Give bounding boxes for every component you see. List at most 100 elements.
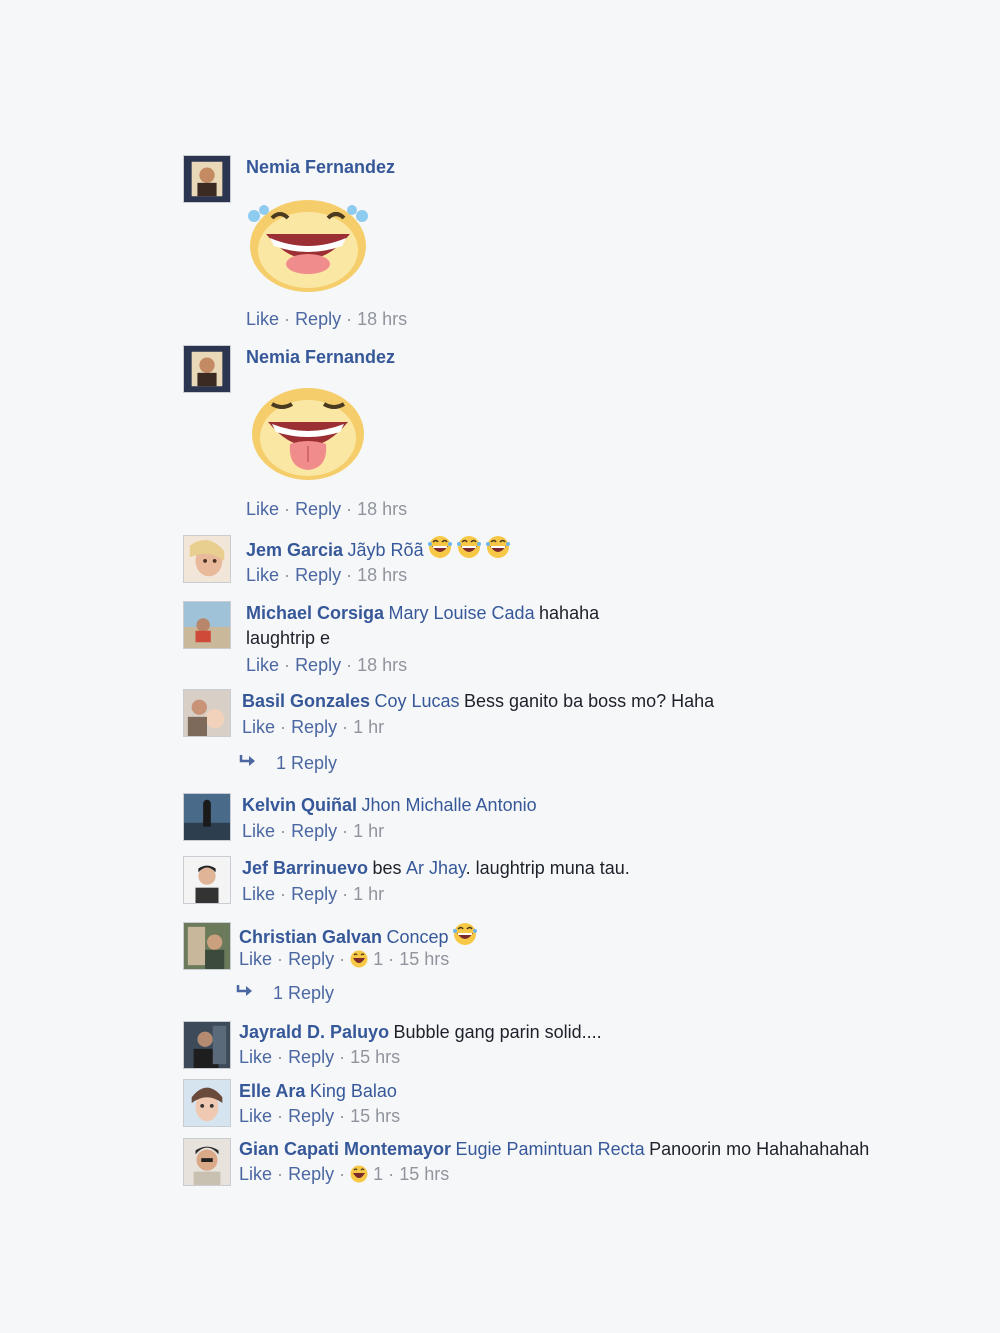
author-name[interactable]: Elle Ara <box>239 1081 305 1101</box>
like-link[interactable]: Like <box>239 949 272 969</box>
avatar[interactable] <box>183 345 231 393</box>
separator: · <box>346 655 353 675</box>
tagged-user[interactable]: Jãyb Rõã <box>348 540 424 560</box>
avatar[interactable] <box>183 922 231 970</box>
haha-reaction-icon[interactable] <box>350 950 368 974</box>
timestamp[interactable]: 15 hrs <box>350 1047 400 1067</box>
timestamp[interactable]: 18 hrs <box>357 499 407 519</box>
author-name[interactable]: Jayrald D. Paluyo <box>239 1022 389 1042</box>
avatar[interactable] <box>183 689 231 737</box>
reply-link[interactable]: Reply <box>291 821 337 841</box>
reply-link[interactable]: Reply <box>288 1164 334 1184</box>
comment-text: Panoorin mo Hahahahahah <box>649 1139 870 1159</box>
reaction-count[interactable]: 1 <box>373 1164 383 1184</box>
tagged-user[interactable]: Ar Jhay <box>406 858 466 878</box>
timestamp[interactable]: 15 hrs <box>399 949 449 969</box>
like-link[interactable]: Like <box>239 1047 272 1067</box>
comment-actions: Like · Reply · 1 hr <box>242 715 384 739</box>
replies-count[interactable]: 1 Reply <box>273 983 334 1003</box>
separator: · <box>284 565 291 585</box>
laughing-tears-sticker <box>244 192 372 299</box>
tagged-user[interactable]: Eugie Pamintuan Recta <box>456 1139 645 1159</box>
tagged-user[interactable]: Coy Lucas <box>375 691 460 711</box>
avatar[interactable] <box>183 1021 231 1069</box>
reply-link[interactable]: Reply <box>295 655 341 675</box>
reply-link[interactable]: Reply <box>295 309 341 329</box>
avatar[interactable] <box>183 1138 231 1186</box>
timestamp[interactable]: 1 hr <box>353 821 384 841</box>
comment-text: laughtrip e <box>246 628 331 648</box>
author-name[interactable]: Nemia Fernandez <box>246 347 395 367</box>
tongue-out-sticker <box>248 382 368 489</box>
like-link[interactable]: Like <box>246 309 279 329</box>
comment-text: Bess ganito ba boss mo? Haha <box>464 691 715 711</box>
comment-text: hahaha <box>539 603 600 623</box>
comment-actions: Like · Reply · 1 · 15 hrs <box>239 1162 449 1189</box>
separator: · <box>280 821 287 841</box>
like-link[interactable]: Like <box>239 1164 272 1184</box>
author-name[interactable]: Kelvin Quiñal <box>242 795 357 815</box>
timestamp[interactable]: 1 hr <box>353 717 384 737</box>
author-name[interactable]: Basil Gonzales <box>242 691 370 711</box>
comment-actions: Like · Reply · 1 hr <box>242 882 384 906</box>
tagged-user[interactable]: King Balao <box>310 1081 397 1101</box>
separator: · <box>346 565 353 585</box>
reply-link[interactable]: Reply <box>291 717 337 737</box>
comment-actions: Like · Reply · 1 hr <box>242 819 384 843</box>
separator: · <box>280 884 287 904</box>
timestamp[interactable]: 18 hrs <box>357 565 407 585</box>
view-replies-link[interactable]: 1 Reply <box>235 981 334 1005</box>
reply-link[interactable]: Reply <box>295 499 341 519</box>
separator: · <box>342 884 349 904</box>
avatar[interactable] <box>183 601 231 649</box>
tagged-user[interactable]: Concep <box>387 927 449 947</box>
reply-link[interactable]: Reply <box>288 1047 334 1067</box>
avatar[interactable] <box>183 1079 231 1127</box>
comment-actions: Like · Reply · 18 hrs <box>246 307 407 331</box>
haha-reaction-icon[interactable] <box>350 1165 368 1189</box>
like-link[interactable]: Like <box>246 655 279 675</box>
reply-link[interactable]: Reply <box>291 884 337 904</box>
like-link[interactable]: Like <box>246 499 279 519</box>
comment-actions: Like · Reply · 18 hrs <box>246 497 407 521</box>
reaction-count[interactable]: 1 <box>373 949 383 969</box>
reply-link[interactable]: Reply <box>288 949 334 969</box>
timestamp[interactable]: 15 hrs <box>399 1164 449 1184</box>
author-name[interactable]: Nemia Fernandez <box>246 157 395 177</box>
separator: · <box>277 949 284 969</box>
separator: · <box>346 499 353 519</box>
separator: · <box>388 1164 395 1184</box>
author-name[interactable]: Christian Galvan <box>239 927 382 947</box>
timestamp[interactable]: 18 hrs <box>357 309 407 329</box>
separator: · <box>388 949 395 969</box>
author-name[interactable]: Gian Capati Montemayor <box>239 1139 451 1159</box>
avatar[interactable] <box>183 793 231 841</box>
comment-actions: Like · Reply · 15 hrs <box>239 1104 400 1128</box>
like-link[interactable]: Like <box>242 821 275 841</box>
replies-count[interactable]: 1 Reply <box>276 753 337 773</box>
like-link[interactable]: Like <box>242 717 275 737</box>
timestamp[interactable]: 1 hr <box>353 884 384 904</box>
author-name[interactable]: Jef Barrinuevo <box>242 858 368 878</box>
reply-link[interactable]: Reply <box>288 1106 334 1126</box>
avatar[interactable] <box>183 535 231 583</box>
like-link[interactable]: Like <box>246 565 279 585</box>
timestamp[interactable]: 15 hrs <box>350 1106 400 1126</box>
tagged-user[interactable]: Jhon Michalle Antonio <box>361 795 536 815</box>
separator: · <box>277 1047 284 1067</box>
avatar[interactable] <box>183 856 231 904</box>
author-name[interactable]: Michael Corsiga <box>246 603 384 623</box>
comment-text: bes <box>372 858 402 878</box>
author-name[interactable]: Jem Garcia <box>246 540 343 560</box>
view-replies-link[interactable]: 1 Reply <box>238 751 337 775</box>
like-link[interactable]: Like <box>239 1106 272 1126</box>
timestamp[interactable]: 18 hrs <box>357 655 407 675</box>
laughing-emoji-icon <box>453 922 477 954</box>
tagged-user[interactable]: Mary Louise Cada <box>389 603 535 623</box>
comment-text: . laughtrip muna tau. <box>465 858 630 878</box>
separator: · <box>277 1106 284 1126</box>
like-link[interactable]: Like <box>242 884 275 904</box>
avatar[interactable] <box>183 155 231 203</box>
reply-link[interactable]: Reply <box>295 565 341 585</box>
comment-actions: Like · Reply · 15 hrs <box>239 1045 400 1069</box>
